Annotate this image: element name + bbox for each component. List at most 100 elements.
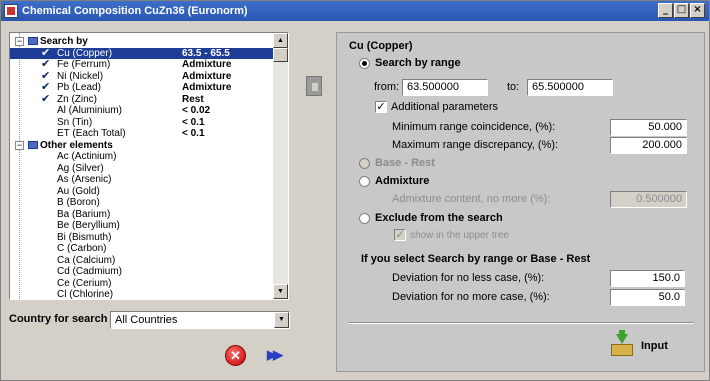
tree-item-value: Admixture — [182, 59, 232, 70]
tree-item-value: Admixture — [182, 70, 232, 82]
tree-item-label: Ac (Actinium) — [57, 151, 117, 162]
app-icon — [4, 4, 18, 18]
tree-item[interactable]: Ag (Silver) — [10, 163, 274, 174]
search-by-range-radio[interactable] — [359, 58, 370, 69]
close-button[interactable]: × — [690, 3, 705, 18]
scroll-up-button[interactable]: ▲ — [273, 33, 288, 48]
tree-item[interactable]: ✔ Zn (Zinc) Rest — [10, 92, 274, 105]
tree-item-label: Pb (Lead) — [57, 82, 101, 93]
tree-item[interactable]: Bi (Bismuth) — [10, 232, 274, 243]
tree-item-value: < 0.1 — [182, 128, 205, 139]
tree-item[interactable]: C (Carbon) — [10, 243, 274, 254]
element-settings-panel: Cu (Copper) Search by range from: 63.500… — [336, 32, 705, 372]
dev-no-more-field[interactable]: 50.0 — [610, 289, 685, 306]
clipboard-icon[interactable] — [306, 76, 322, 96]
tree-item[interactable]: ✔ Fe (Ferrum) Admixture — [10, 58, 274, 71]
to-field[interactable]: 65.500000 — [527, 79, 613, 96]
fast-forward-icon[interactable]: ▶▶ — [267, 347, 283, 363]
admixture-radio[interactable] — [359, 176, 370, 187]
window-controls: _ □ × — [658, 3, 705, 18]
input-button[interactable]: Input — [609, 330, 668, 359]
window-title: Chemical Composition CuZn36 (Euronorm) — [22, 5, 248, 17]
tree-item[interactable]: ✔ Cu (Copper) 63.5 - 65.5 — [10, 46, 274, 59]
tree-item[interactable]: Ba (Barium) — [10, 209, 274, 220]
minimize-button[interactable]: _ — [658, 3, 673, 18]
tree-item[interactable]: Cd (Cadmium) — [10, 266, 274, 277]
tree-item[interactable]: Al (Aluminium) < 0.02 — [10, 105, 274, 116]
tree-item[interactable]: Ce (Cerium) — [10, 278, 274, 289]
tree-item[interactable]: Be (Beryllium) — [10, 220, 274, 231]
tree-scrollbar[interactable]: ▲ ▼ — [273, 33, 288, 299]
dev-no-more-label: Deviation for no more case, (%): — [392, 291, 550, 303]
base-rest-label: Base - Rest — [375, 157, 435, 169]
tree-item-label: Ba (Barium) — [57, 208, 111, 220]
tree-item-label: Ca (Calcium) — [57, 254, 116, 266]
checkmark-icon: ✔ — [41, 46, 51, 59]
admixture-content-field[interactable]: 0.500000 — [610, 191, 687, 208]
tree-item[interactable]: Ac (Actinium) — [10, 151, 274, 162]
admixture-label: Admixture — [375, 175, 430, 187]
from-field[interactable]: 63.500000 — [402, 79, 488, 96]
input-box-icon — [609, 330, 635, 358]
collapse-icon[interactable]: − — [15, 37, 24, 46]
admixture-content-label: Admixture content, no more (%): — [392, 193, 551, 205]
exclude-label: Exclude from the search — [375, 212, 503, 224]
show-upper-tree-checkbox[interactable]: ✓ — [394, 229, 406, 241]
tree-item[interactable]: Ca (Calcium) — [10, 255, 274, 266]
tree-group[interactable]: − Search by — [10, 36, 274, 47]
element-tree-list: − Search by ✔ Cu (Copper) 63.5 - 65.5 ✔ Fe (Fe… — [10, 33, 274, 299]
chevron-down-icon[interactable]: ▼ — [274, 312, 289, 328]
scroll-down-button[interactable]: ▼ — [273, 284, 288, 299]
tree-item-label: Cd (Cadmium) — [57, 266, 123, 277]
tree-item-label: ET (Each Total) — [57, 128, 126, 139]
base-rest-radio[interactable] — [359, 158, 370, 169]
country-select-value: All Countries — [115, 314, 178, 326]
tree-item-label: Be (Beryllium) — [57, 220, 120, 231]
max-discrepancy-field[interactable]: 200.000 — [610, 137, 687, 154]
tree-item-label: Other elements — [40, 139, 113, 151]
from-label: from: — [374, 81, 400, 93]
country-label: Country for search — [9, 313, 108, 325]
collapse-icon[interactable]: − — [15, 140, 24, 150]
tree-item-label: Search by — [40, 36, 88, 47]
exclude-radio[interactable] — [359, 213, 370, 224]
element-tree[interactable]: − Search by ✔ Cu (Copper) 63.5 - 65.5 ✔ Fe (Fe… — [9, 32, 289, 300]
checkmark-icon: ✔ — [41, 69, 51, 82]
tree-group[interactable]: − Other elements — [10, 140, 274, 151]
tree-item[interactable]: ✔ Pb (Lead) Admixture — [10, 82, 274, 94]
tree-item-label: Ce (Cerium) — [57, 277, 112, 289]
country-select[interactable]: All Countries ▼ — [110, 311, 290, 329]
folder-icon — [28, 37, 38, 45]
tree-item-value: Admixture — [182, 82, 232, 93]
panel-separator — [349, 322, 694, 324]
maximize-button[interactable]: □ — [674, 3, 689, 18]
tree-item[interactable]: ET (Each Total) < 0.1 — [10, 128, 274, 139]
tree-item-value: Rest — [182, 93, 204, 105]
cancel-icon[interactable]: ✕ — [225, 345, 246, 366]
tree-item-label: Ni (Nickel) — [57, 70, 104, 82]
dev-no-less-field[interactable]: 150.0 — [610, 270, 685, 287]
tree-item-label: Bi (Bismuth) — [57, 231, 112, 243]
panel-header: Cu (Copper) — [349, 40, 413, 52]
tree-item[interactable]: Sn (Tin) < 0.1 — [10, 117, 274, 128]
tree-item[interactable]: As (Arsenic) — [10, 174, 274, 185]
checkmark-icon: ✔ — [41, 92, 51, 105]
tree-item-label: Ag (Silver) — [57, 162, 104, 174]
tree-item-label: As (Arsenic) — [57, 174, 112, 185]
title-bar[interactable]: Chemical Composition CuZn36 (Euronorm) _… — [1, 1, 709, 21]
tree-item[interactable]: ✔ Ni (Nickel) Admixture — [10, 69, 274, 82]
tree-item-label: Zn (Zinc) — [57, 93, 97, 105]
scroll-thumb[interactable] — [273, 48, 288, 62]
tree-item-label: Au (Gold) — [57, 185, 100, 197]
input-button-label: Input — [641, 340, 668, 352]
tree-item-label: Cl (Chlorine) — [57, 289, 114, 300]
tree-item[interactable]: B (Boron) — [10, 197, 274, 208]
tree-item-label: C (Carbon) — [57, 243, 107, 254]
additional-params-checkbox[interactable]: ✓ — [375, 101, 387, 113]
tree-item[interactable]: Au (Gold) — [10, 186, 274, 197]
tree-item[interactable]: Cl (Chlorine) — [10, 289, 274, 300]
min-coincidence-field[interactable]: 50.000 — [610, 119, 687, 136]
to-label: to: — [507, 81, 520, 93]
tree-item-label: Sn (Tin) — [57, 116, 93, 128]
checkmark-icon: ✔ — [41, 58, 51, 70]
